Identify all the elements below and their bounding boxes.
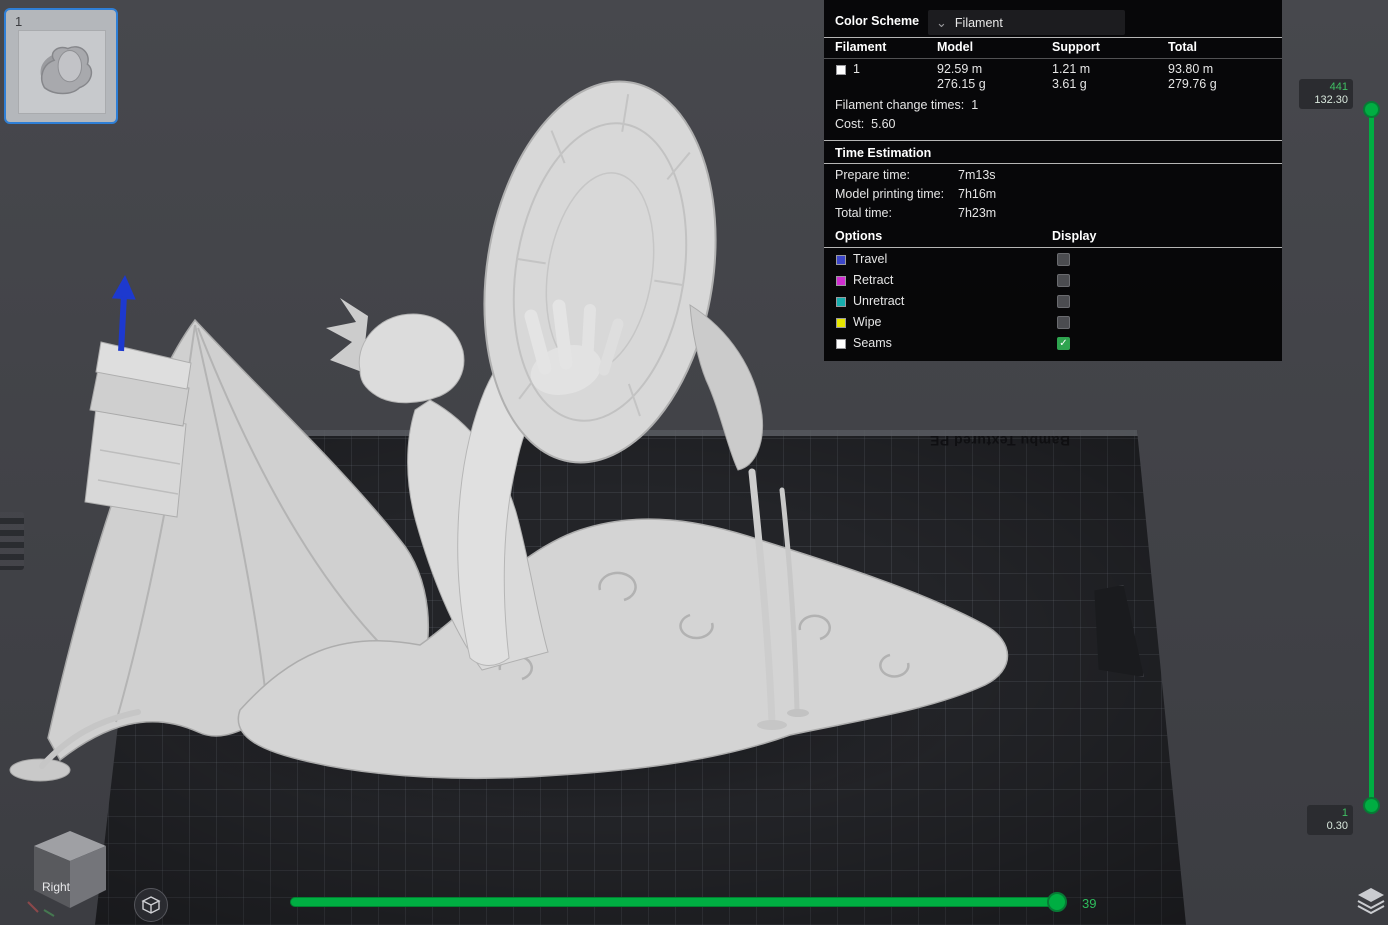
seams-swatch (836, 339, 846, 349)
cube-icon (141, 895, 161, 915)
layers-icon (1356, 886, 1386, 916)
total-time-value: 7h23m (958, 206, 996, 220)
travel-checkbox[interactable]: ✓ (1057, 253, 1070, 266)
model-length: 92.59 m (937, 62, 982, 76)
step-slider-value: 39 (1082, 896, 1096, 911)
total-time-label: Total time: (835, 206, 892, 220)
wipe-label: Wipe (853, 315, 881, 329)
support-length: 1.21 m (1052, 62, 1090, 76)
filament-id: 1 (853, 62, 860, 76)
prepare-time-value: 7m13s (958, 168, 996, 182)
retract-checkbox[interactable]: ✓ (1057, 274, 1070, 287)
bottom-layer-number: 1 (1312, 807, 1348, 820)
view-cube-face-label: Right (42, 880, 70, 894)
model-weight: 276.15 g (937, 77, 986, 91)
cost-row: Cost: 5.60 (835, 117, 895, 131)
retract-label: Retract (853, 273, 893, 287)
col-header-filament: Filament (835, 40, 886, 54)
plate-thumbnail[interactable]: 1 (4, 8, 118, 124)
wipe-swatch (836, 318, 846, 328)
filament-change-row: Filament change times: 1 (835, 98, 978, 112)
build-plate-notch (1090, 585, 1144, 677)
legend-panel: Color Scheme ⌄ Filament Filament Model S… (824, 0, 1282, 361)
unretract-checkbox[interactable]: ✓ (1057, 295, 1070, 308)
retract-swatch (836, 276, 846, 286)
color-scheme-label: Color Scheme (835, 14, 919, 28)
slicer-preview-window: Bambu Textured PE (0, 0, 1388, 925)
top-layer-number: 441 (1304, 81, 1348, 94)
display-title: Display (1052, 229, 1096, 243)
step-slider-track[interactable] (290, 897, 1060, 907)
layer-slider-track[interactable] (1369, 110, 1374, 806)
view-cube[interactable]: Right (22, 822, 117, 920)
col-header-total: Total (1168, 40, 1197, 54)
total-length: 93.80 m (1168, 62, 1213, 76)
support-weight: 3.61 g (1052, 77, 1087, 91)
col-header-support: Support (1052, 40, 1100, 54)
col-header-model: Model (937, 40, 973, 54)
gcode-view-button[interactable] (134, 888, 168, 922)
total-weight: 279.76 g (1168, 77, 1217, 91)
unretract-label: Unretract (853, 294, 904, 308)
travel-label: Travel (853, 252, 887, 266)
bottom-layer-height: 0.30 (1312, 820, 1348, 833)
layer-slider-bottom-handle[interactable] (1363, 797, 1380, 814)
seams-checkbox[interactable]: ✓ (1057, 337, 1070, 350)
time-estimation-title: Time Estimation (835, 146, 931, 160)
options-title: Options (835, 229, 882, 243)
wipe-checkbox[interactable]: ✓ (1057, 316, 1070, 329)
layers-view-button[interactable] (1356, 886, 1386, 916)
plate-thumbnail-number: 1 (15, 14, 22, 29)
layer-slider-bottom-badge: 1 0.30 (1307, 805, 1353, 835)
step-slider-handle[interactable] (1047, 892, 1067, 912)
color-scheme-value: Filament (955, 16, 1003, 30)
prepare-time-label: Prepare time: (835, 168, 910, 182)
filament-change-value: 1 (971, 98, 978, 112)
z-axis-arrow-icon (104, 274, 142, 354)
color-scheme-dropdown[interactable]: ⌄ Filament (928, 10, 1125, 35)
model-printing-time-label: Model printing time: (835, 187, 944, 201)
filament-swatch (836, 65, 846, 75)
layer-slider-top-handle[interactable] (1363, 101, 1380, 118)
layer-slider-top-badge: 441 132.30 (1299, 79, 1353, 109)
top-layer-height: 132.30 (1304, 94, 1348, 107)
travel-swatch (836, 255, 846, 265)
model-printing-time-value: 7h16m (958, 187, 996, 201)
chevron-down-icon: ⌄ (936, 18, 947, 28)
plate-thumbnail-image (18, 30, 106, 114)
seams-label: Seams (853, 336, 892, 350)
cost-value: 5.60 (871, 117, 895, 131)
unretract-swatch (836, 297, 846, 307)
